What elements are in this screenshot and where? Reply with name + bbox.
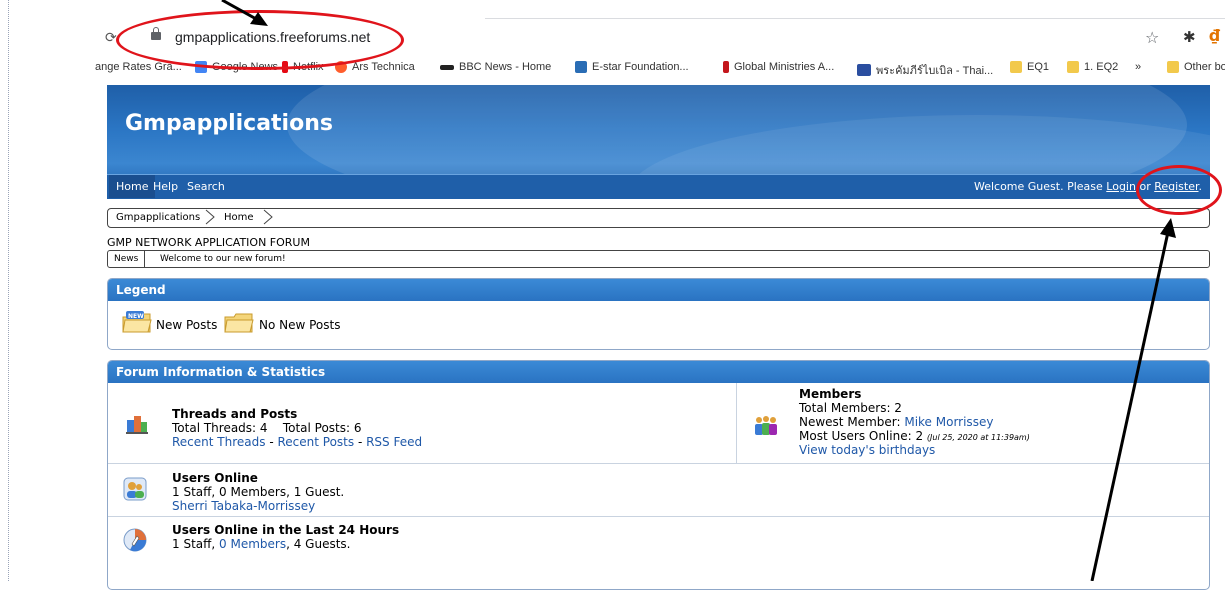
no-new-posts-label: No New Posts: [259, 318, 341, 332]
users-online-block: Users Online 1 Staff, 0 Members, 1 Guest…: [172, 471, 344, 513]
newest-member: Newest Member: Mike Morrissey: [799, 415, 994, 429]
nav-home[interactable]: Home: [109, 175, 156, 198]
users-online-summary: 1 Staff, 0 Members, 1 Guest.: [172, 485, 345, 499]
breadcrumb-chevron-icon: [263, 209, 273, 225]
last-24-hours-block: Users Online in the Last 24 Hours 1 Staf…: [172, 523, 399, 551]
last-24-members-link[interactable]: 0 Members: [219, 537, 286, 551]
last-24-hours-title: Users Online in the Last 24 Hours: [172, 523, 400, 537]
bible-icon: [857, 64, 871, 76]
news-text: Welcome to our new forum!: [160, 254, 286, 264]
recent-posts-link[interactable]: Recent Posts: [277, 435, 354, 449]
news-label: News: [108, 251, 146, 267]
most-users-online: Most Users Online: 2 (Jul 25, 2020 at 11…: [799, 429, 1030, 443]
breadcrumb-home[interactable]: Home: [224, 212, 254, 223]
breadcrumb: Gmpapplications Home: [107, 208, 1210, 228]
bookmarks-overflow-chevron[interactable]: »: [1135, 61, 1141, 73]
breadcrumb-chevron-icon: [205, 209, 215, 225]
nav-help[interactable]: Help: [153, 180, 178, 193]
profile-icon[interactable]: ₫: [1209, 26, 1220, 45]
threads-posts-links: Recent Threads - Recent Posts - RSS Feed: [172, 435, 423, 449]
site-title[interactable]: Gmpapplications: [125, 111, 333, 136]
users-online-icon: [123, 477, 147, 501]
extensions-icon[interactable]: ✱: [1183, 28, 1196, 46]
bookmark-eq1[interactable]: EQ1: [1010, 61, 1049, 73]
forum-heading: GMP NETWORK APPLICATION FORUM: [107, 236, 310, 249]
legend-panel: Legend NEW New Posts No New Posts: [107, 278, 1210, 350]
browser-top-edge: [485, 18, 1225, 19]
breadcrumb-gmpapplications[interactable]: Gmpapplications: [116, 212, 200, 223]
bookmark-eq2[interactable]: 1. EQ2: [1067, 61, 1118, 73]
bookmark-bbc-news[interactable]: BBC News - Home: [440, 61, 551, 73]
reload-icon[interactable]: ⟳: [105, 30, 117, 46]
threads-posts-counts: Total Threads: 4 Total Posts: 6: [172, 421, 362, 435]
estar-icon: [575, 61, 587, 73]
no-new-posts-folder-icon: [224, 313, 254, 333]
stats-row-threads-members: Threads and Posts Total Threads: 4 Total…: [108, 383, 1209, 463]
bookmark-other[interactable]: Other boo: [1167, 61, 1225, 73]
url-highlight-oval: [116, 10, 404, 70]
bookmark-thai-bible[interactable]: พระคัมภีร์ไบเบิล - Thai...: [857, 61, 993, 79]
recent-threads-link[interactable]: Recent Threads: [172, 435, 266, 449]
stats-row-users-online: Users Online 1 Staff, 0 Members, 1 Guest…: [108, 463, 1209, 516]
stats-title: Forum Information & Statistics: [108, 361, 1209, 383]
members-title: Members: [799, 387, 862, 401]
star-icon[interactable]: ☆: [1145, 28, 1159, 47]
new-posts-label: New Posts: [156, 318, 218, 332]
nav-search[interactable]: Search: [187, 180, 225, 193]
online-user-link[interactable]: Sherri Tabaka-Morrissey: [172, 499, 344, 513]
stats-panel: Forum Information & Statistics Threads a…: [107, 360, 1210, 590]
global-ministries-icon: [723, 61, 729, 73]
most-users-online-date: (Jul 25, 2020 at 11:39am): [926, 433, 1030, 442]
bookmark-global-ministries[interactable]: Global Ministries A...: [723, 61, 834, 73]
newest-member-link[interactable]: Mike Morrissey: [904, 415, 993, 429]
legend-title: Legend: [108, 279, 1209, 301]
threads-posts-title: Threads and Posts: [172, 407, 298, 421]
folder-icon: [1167, 61, 1179, 73]
new-posts-folder-icon: NEW: [122, 311, 152, 333]
members-block: Members Total Members: 2 Newest Member: …: [799, 387, 1030, 457]
last-24-hours-summary: 1 Staff, 0 Members, 4 Guests.: [172, 537, 351, 551]
register-highlight-oval: [1136, 165, 1222, 215]
stats-divider: [736, 383, 737, 463]
folder-icon: [1010, 61, 1022, 73]
left-margin-guide: [8, 0, 9, 581]
stats-row-last-24h: Users Online in the Last 24 Hours 1 Staf…: [108, 516, 1209, 577]
birthdays-link[interactable]: View today's birthdays: [799, 443, 1030, 457]
bookmark-estar[interactable]: E-star Foundation...: [575, 61, 689, 73]
svg-text:NEW: NEW: [128, 313, 144, 320]
last-24-hours-icon: [123, 528, 147, 552]
users-online-title: Users Online: [172, 471, 258, 485]
login-link[interactable]: Login: [1106, 180, 1136, 193]
threads-posts-icon: [126, 416, 148, 434]
threads-posts-block: Threads and Posts Total Threads: 4 Total…: [172, 407, 422, 449]
news-bar: News Welcome to our new forum!: [107, 250, 1210, 268]
bbc-icon: [440, 64, 454, 70]
folder-icon: [1067, 61, 1079, 73]
rss-feed-link[interactable]: RSS Feed: [366, 435, 422, 449]
members-total: Total Members: 2: [799, 401, 902, 415]
members-icon: [755, 416, 777, 435]
forum-navbar: Home Help Search Welcome Guest. Please L…: [107, 174, 1210, 199]
legend-body: NEW New Posts No New Posts: [108, 301, 1209, 343]
